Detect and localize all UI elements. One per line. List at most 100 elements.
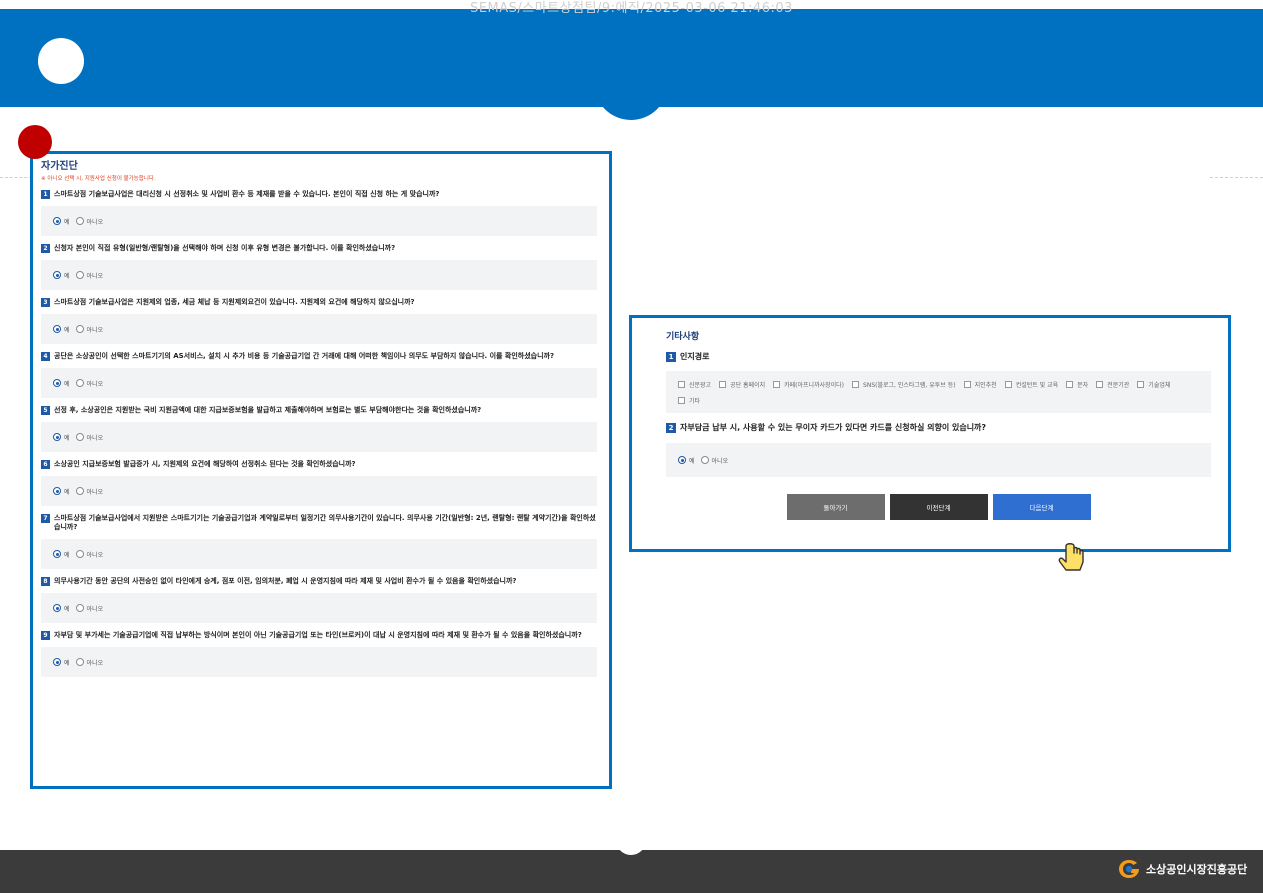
step-marker-icon [18,125,52,159]
back-button[interactable]: 돌아가기 [786,494,885,520]
question-number-badge: 6 [41,460,50,469]
answer-options: 예 아니오 [41,539,597,569]
other-info-panel: 기타사항 1 인지경로 신문광고 공단 홈페이지 카페(아프니까사장이다) SNS(블… [629,315,1231,552]
radio-yes[interactable] [53,604,61,612]
question-awareness: 1 인지경로 [666,351,1211,362]
radio-no[interactable] [75,379,84,387]
answer-options: 예 아니오 [41,368,597,398]
question-heading: 3 스마트상점 기술보급사업은 지원제외 업종, 세금 체납 등 지원제외요건이 … [41,298,597,307]
radio-no[interactable] [75,271,84,279]
question-number-badge: 5 [41,406,50,415]
checkbox-label: 문자 [1077,382,1089,389]
radio-no-label: 아니오 [711,457,729,465]
answer-options: 예 아니오 [41,314,597,344]
question-heading: 8 의무사용기간 동안 공단의 사전승인 없이 타인에게 승계, 점포 이전, 임… [41,577,597,586]
checkbox-item[interactable]: 컨설턴트 및 교육 [1004,380,1058,389]
radio-yes[interactable] [53,487,61,495]
radio-yes[interactable] [53,550,61,558]
question-number-badge: 7 [41,514,50,523]
question-item: 1 스마트상점 기술보급사업은 대리신청 시 선정취소 및 사업비 환수 등 제재… [41,190,597,236]
checkbox[interactable] [1096,381,1104,388]
radio-yes-label: 예 [689,457,695,465]
checkbox[interactable] [678,397,685,404]
radio-no[interactable] [75,217,84,225]
radio-yes-label: 예 [64,659,70,667]
radio-yes-label: 예 [64,272,70,280]
checkbox[interactable] [1137,381,1145,388]
radio-no[interactable] [75,604,84,612]
question-number-badge: 9 [41,631,50,640]
checkbox-item[interactable]: SNS(블로그, 인스타그램, 유투브 등) [852,380,956,389]
checkbox-item[interactable]: 신문광고 [678,380,711,389]
radio-no[interactable] [75,487,84,495]
question-number-badge: 1 [41,190,50,199]
checkbox-item[interactable]: 전문기관 [1096,380,1129,389]
org-name: 소상공인시장진흥공단 [1146,863,1248,876]
question-heading: 9 자부담 및 부가세는 기술공급기업에 직접 납부하는 방식이며 본인이 아닌 … [41,631,597,640]
question-text: 스마트상점 기술보급사업은 대리신청 시 선정취소 및 사업비 환수 등 제재를… [54,190,440,198]
header-tab [594,60,668,120]
divider-left [0,177,32,178]
question-item: 6 소상공인 지급보증보험 발급증가 시, 지원제외 요건에 해당하여 선정취소 … [41,460,597,506]
question-number-badge: 1 [666,351,676,362]
question-text: 소상공인 지급보증보험 발급증가 시, 지원제외 요건에 해당하여 선정취소 된… [54,460,356,468]
next-step-button[interactable]: 다음단계 [992,494,1091,520]
watermark: SEMAS/스마트상점팀/9:에직/2025-03-06 21:46:03 [470,1,793,16]
checkbox[interactable] [963,381,971,388]
radio-yes[interactable] [53,271,61,279]
question-number-badge: 2 [666,422,676,433]
checkbox[interactable] [719,381,727,388]
question-item: 4 공단은 소상공인이 선택한 스마트기기의 AS서비스, 설치 시 추가 비용 … [41,352,597,398]
card-answer-options: 예 아니오 [666,443,1211,477]
prev-step-button[interactable]: 이전단계 [889,494,988,520]
question-heading: 4 공단은 소상공인이 선택한 스마트기기의 AS서비스, 설치 시 추가 비용 … [41,352,597,361]
radio-yes[interactable] [53,379,61,387]
footer-bar [0,850,1263,893]
answer-options: 예 아니오 [41,647,597,677]
self-diagnosis-note: ※ 아니오 선택 시, 지원사업 신청이 불가능합니다. [41,176,156,182]
checkbox-item[interactable]: 문자 [1066,380,1088,389]
checkbox-label: 공단 홈페이지 [730,382,766,389]
question-item: 3 스마트상점 기술보급사업은 지원제외 업종, 세금 체납 등 지원제외요건이 … [41,298,597,344]
checkbox-item[interactable]: 기술업체 [1137,380,1170,389]
radio-yes-label: 예 [64,551,70,559]
checkbox[interactable] [852,381,860,388]
question-text: 인지경로 [680,352,710,361]
question-text: 자부담금 납부 시, 사용할 수 있는 무이자 카드가 있다면 카드를 신청하실… [680,423,987,432]
radio-yes[interactable] [53,325,61,333]
checkbox-item[interactable]: 지인추천 [963,380,997,389]
question-number-badge: 2 [41,244,50,253]
checkbox[interactable] [1004,381,1012,388]
checkbox-item[interactable]: 공단 홈페이지 [719,380,765,389]
radio-no[interactable] [75,658,84,666]
semas-logo-icon [1119,860,1139,878]
radio-no-label: 아니오 [86,659,104,667]
question-text: 자부담 및 부가세는 기술공급기업에 직접 납부하는 방식이며 본인이 아닌 기… [54,631,582,639]
radio-yes[interactable] [53,217,61,225]
question-text: 의무사용기간 동안 공단의 사전승인 없이 타인에게 승계, 점포 이전, 임의… [54,577,517,585]
radio-yes-label: 예 [64,326,70,334]
question-text: 스마트상점 기술보급사업은 지원제외 업종, 세금 체납 등 지원제외요건이 있… [54,298,415,306]
checkbox-label: 지인추천 [974,382,997,389]
radio-no-label: 아니오 [86,380,104,388]
question-number-badge: 3 [41,298,50,307]
checkbox-item[interactable]: 기타 [678,396,700,405]
checkbox[interactable] [1066,381,1074,388]
checkbox[interactable] [773,381,781,388]
checkbox-label: 전문기관 [1107,382,1130,389]
radio-yes[interactable] [53,433,61,441]
question-heading: 2 신청자 본인이 직접 유형(일반형/랜탈형)을 선택해야 하며 신청 이후 유… [41,244,597,253]
radio-no[interactable] [75,325,84,333]
radio-no[interactable] [75,550,84,558]
radio-yes[interactable] [678,456,686,464]
checkbox[interactable] [678,381,685,388]
question-heading: 7 스마트상점 기술보급사업에서 지원받은 스마트기기는 기술공급기업과 계약일로… [41,514,597,532]
checkbox-label: 기술업체 [1148,382,1171,389]
radio-yes[interactable] [53,658,61,666]
radio-no[interactable] [75,433,84,441]
radio-no[interactable] [700,456,709,464]
question-number-badge: 4 [41,352,50,361]
radio-no-label: 아니오 [86,551,104,559]
radio-no-label: 아니오 [86,218,104,226]
checkbox-item[interactable]: 카페(아프니까사장이다) [773,380,844,389]
